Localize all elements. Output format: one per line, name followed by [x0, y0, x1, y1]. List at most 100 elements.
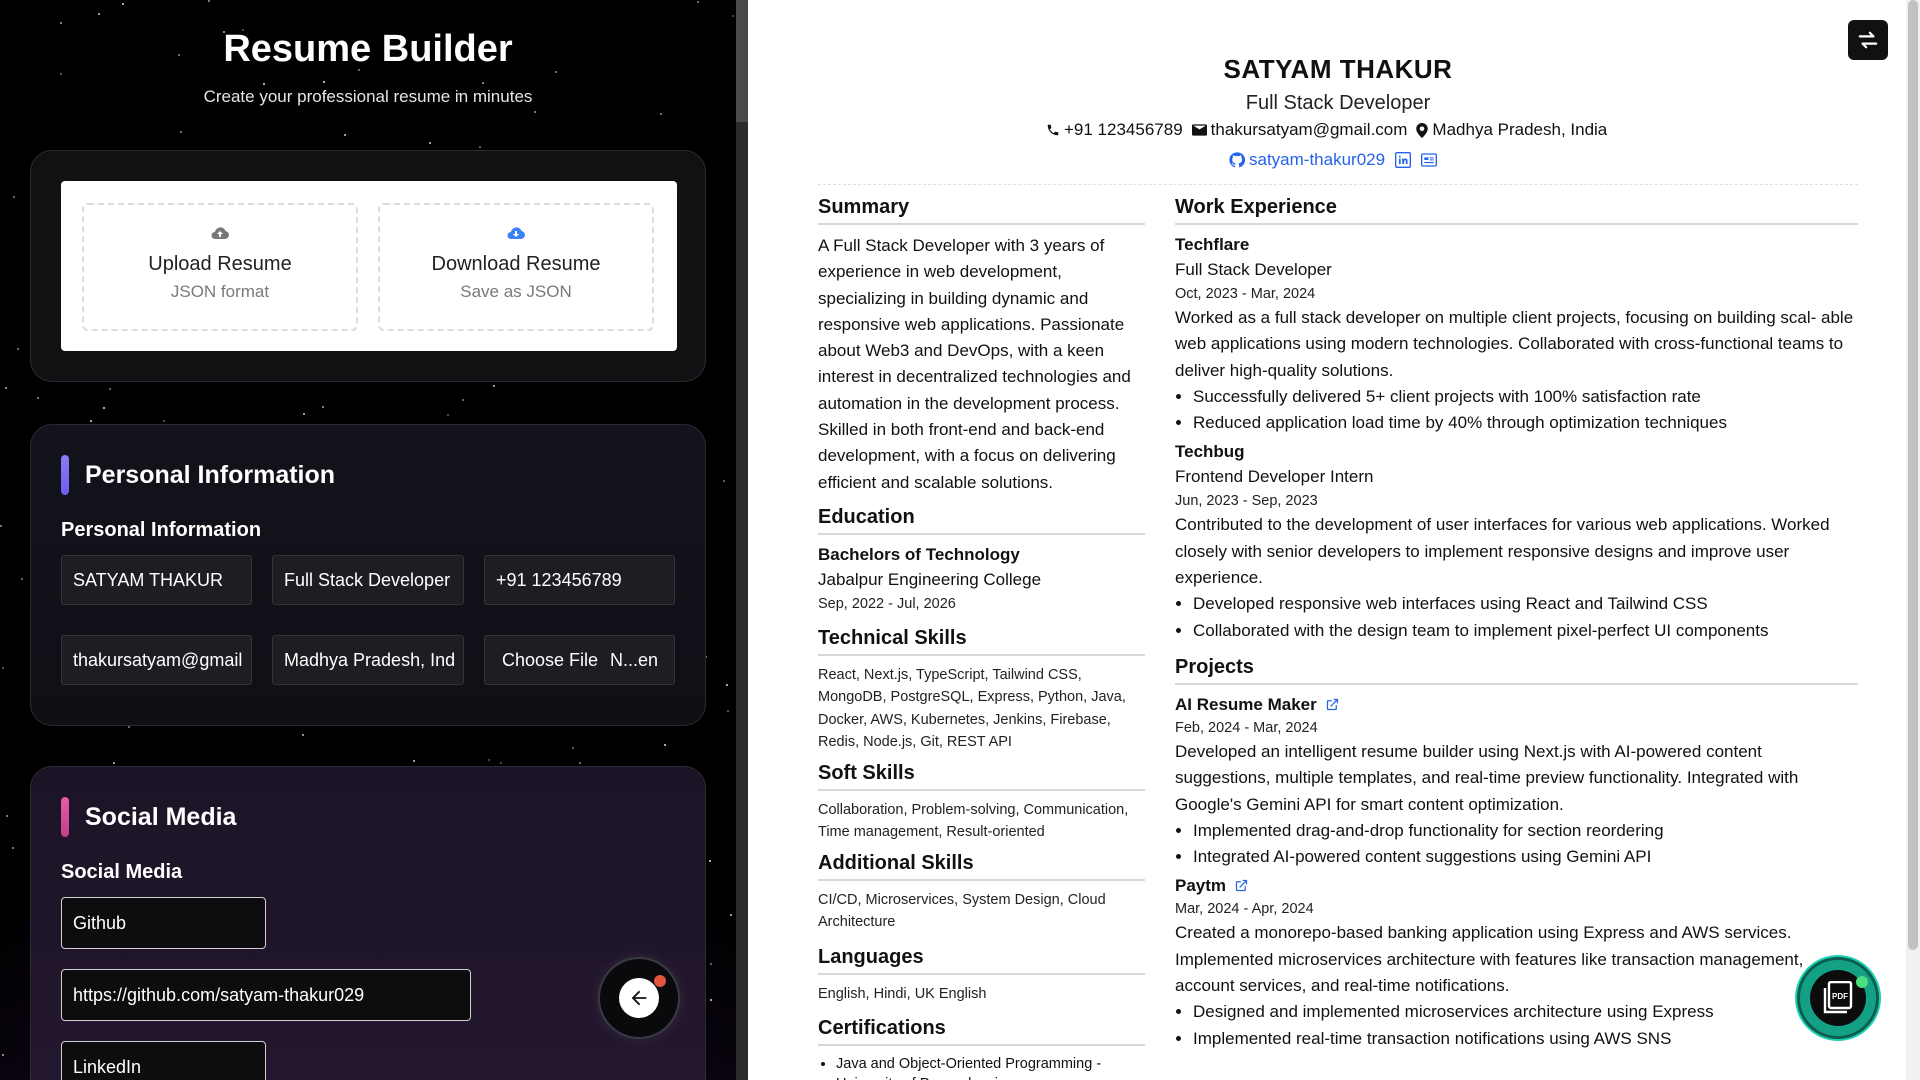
linkedin-icon[interactable] — [1395, 152, 1412, 168]
star-dot — [709, 860, 711, 862]
swap-arrows-icon — [1858, 31, 1878, 49]
editor-scrollbar-thumb[interactable] — [736, 0, 748, 122]
social-url-field[interactable]: https://github.com/satyam-thakur029 — [61, 969, 471, 1021]
star-dot — [208, 0, 210, 2]
import-export-panel: Upload Resume JSON format Download Resum… — [30, 150, 706, 382]
resume-right-column: Work Experience Techflare Full Stack Dev… — [1175, 196, 1858, 1052]
project-entry: AI Resume Maker Feb, 2024 - Mar, 2024 De… — [1175, 693, 1858, 870]
name-field[interactable]: SATYAM THAKUR — [61, 555, 252, 605]
star-dot — [488, 759, 490, 761]
download-pdf-button[interactable]: PDF — [1797, 957, 1879, 1039]
star-dot — [723, 480, 725, 482]
work-bullets: Successfully delivered 5+ client project… — [1175, 384, 1858, 437]
star-dot — [2, 667, 4, 669]
github-icon — [1229, 152, 1245, 168]
work-bullets: Developed responsive web interfaces usin… — [1175, 591, 1858, 644]
social-platform-field[interactable]: Github — [61, 897, 266, 949]
header-divider — [818, 184, 1858, 185]
location-field[interactable]: Madhya Pradesh, Ind — [272, 635, 464, 685]
project-bullet: Implemented real-time transaction notifi… — [1193, 1026, 1858, 1052]
project-name: AI Resume Maker — [1175, 694, 1317, 714]
project-dates: Mar, 2024 - Apr, 2024 — [1175, 901, 1314, 918]
editor-panel: Resume Builder Create your professional … — [0, 0, 736, 1080]
projects-heading: Projects — [1175, 656, 1858, 685]
phone-field[interactable]: +91 123456789 — [484, 555, 675, 605]
star-dot — [710, 999, 712, 1001]
job-title-field[interactable]: Full Stack Developer — [272, 555, 464, 605]
back-button-face — [619, 978, 659, 1018]
resume-email[interactable]: thakursatyam@gmail.com — [1211, 120, 1408, 140]
pdf-label: PDF — [1832, 992, 1848, 1001]
work-entry: Techbug Frontend Developer Intern Jun, 2… — [1175, 440, 1858, 643]
social-platform-field[interactable]: LinkedIn — [61, 1041, 266, 1080]
education-heading: Education — [818, 506, 1145, 535]
project-dates: Feb, 2024 - Mar, 2024 — [1175, 719, 1318, 736]
external-link-icon[interactable] — [1325, 697, 1340, 712]
photo-file-input[interactable]: Choose File N...en — [484, 635, 675, 685]
star-dot — [493, 385, 495, 387]
back-button[interactable] — [598, 957, 680, 1039]
soft-skills-text: Collaboration, Problem-solving, Communic… — [818, 801, 1129, 841]
resume-contact-line: +91 123456789 thakursatyam@gmail.com Mad… — [1046, 120, 1607, 140]
star-dot — [21, 578, 23, 580]
resume-location: Madhya Pradesh, India — [1432, 120, 1608, 139]
project-bullets: Implemented drag-and-drop functionality … — [1175, 818, 1858, 871]
preview-scrollbar-thumb[interactable] — [1908, 0, 1918, 950]
soft-skills-heading: Soft Skills — [818, 762, 1145, 791]
star-dot — [344, 134, 346, 136]
work-company: Techbug — [1175, 442, 1245, 462]
project-bullet: Designed and implemented microservices a… — [1193, 999, 1858, 1025]
certifications-heading: Certifications — [818, 1017, 1145, 1047]
social-media-header: Social Media — [61, 797, 236, 837]
choose-file-button[interactable]: Choose File — [502, 650, 598, 671]
resume-role: Full Stack Developer — [1245, 92, 1431, 114]
work-dates: Oct, 2023 - Mar, 2024 — [1175, 286, 1316, 302]
location-pin-icon — [1416, 122, 1429, 138]
section-accent-bar — [61, 455, 69, 495]
languages-text: English, Hindi, UK English — [818, 985, 987, 1002]
work-heading: Work Experience — [1175, 196, 1858, 225]
star-dot — [322, 406, 324, 408]
social-media-section: Social Media Social Media Github https:/… — [30, 766, 706, 1080]
project-bullets: Designed and implemented microservices a… — [1175, 999, 1858, 1052]
star-dot — [17, 348, 19, 350]
download-resume-button[interactable]: Download Resume Save as JSON — [378, 203, 654, 331]
work-description: Contributed to the development of user i… — [1175, 515, 1830, 588]
external-link-icon[interactable] — [1234, 878, 1249, 893]
portfolio-icon[interactable] — [1421, 153, 1438, 167]
resume-name: SATYAM THAKUR — [1223, 54, 1453, 84]
star-dot — [163, 420, 165, 422]
upload-resume-button[interactable]: Upload Resume JSON format — [82, 203, 358, 331]
certifications-list: Java and Object-Oriented Programming - U… — [818, 1054, 1145, 1080]
email-field[interactable]: thakursatyam@gmail — [61, 635, 252, 685]
resume-left-column: Summary A Full Stack Developer with 3 ye… — [818, 196, 1145, 1080]
star-dot — [697, 1, 699, 3]
star-dot — [303, 413, 305, 415]
github-link[interactable]: satyam-thakur029 — [1249, 150, 1385, 170]
star-dot — [12, 847, 14, 849]
chosen-file-name: N...en — [610, 649, 659, 670]
star-dot — [98, 13, 100, 15]
project-title-row: Paytm — [1175, 874, 1858, 898]
import-export-card: Upload Resume JSON format Download Resum… — [61, 181, 677, 351]
cloud-upload-icon — [211, 227, 229, 239]
star-dot — [5, 387, 7, 389]
work-description: Worked as a full stack developer on mult… — [1175, 308, 1854, 380]
star-dot — [479, 146, 481, 148]
star-dot — [6, 815, 8, 817]
star-dot — [323, 81, 325, 83]
star-dot — [482, 82, 484, 84]
star-dot — [122, 3, 124, 5]
section-accent-bar — [61, 797, 69, 837]
work-entry: Techflare Full Stack Developer Oct, 2023… — [1175, 233, 1858, 436]
star-dot — [572, 747, 574, 749]
download-resume-label: Download Resume — [431, 253, 601, 275]
star-dot — [60, 22, 62, 24]
education-degree: Bachelors of Technology — [818, 544, 1020, 564]
star-dot — [579, 762, 581, 764]
star-dot — [732, 15, 734, 17]
star-dot — [429, 142, 431, 144]
section-title: Personal Information — [85, 460, 336, 489]
star-dot — [447, 414, 449, 416]
editor-scrollbar-track[interactable] — [736, 0, 748, 1080]
